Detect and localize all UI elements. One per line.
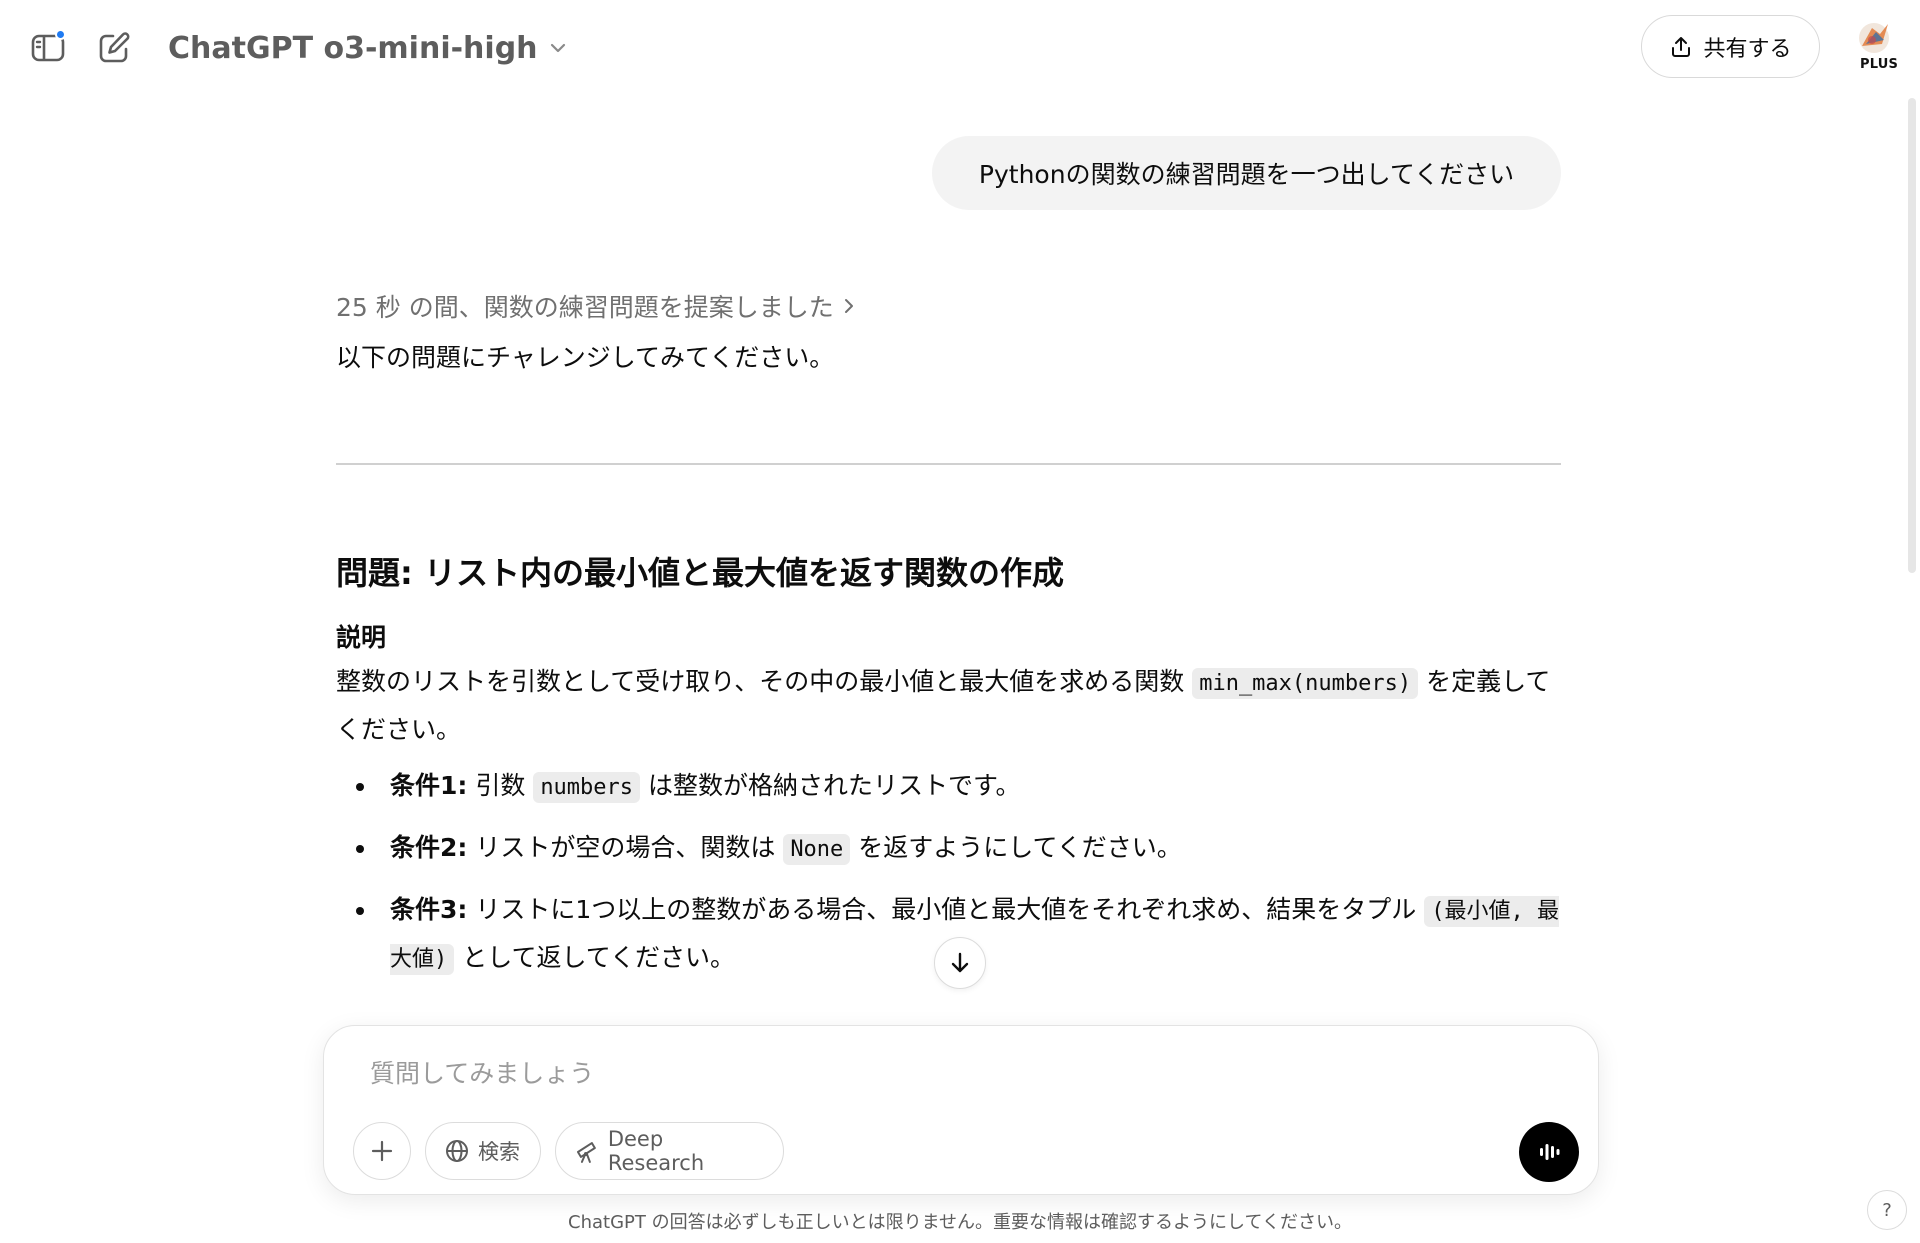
search-label: 検索 <box>478 1140 520 1164</box>
scroll-to-bottom-button[interactable] <box>934 937 986 989</box>
scrollbar[interactable] <box>1908 98 1916 573</box>
condition-label: 条件2: <box>390 833 468 862</box>
sidebar-toggle-button[interactable] <box>24 24 72 72</box>
condition-label: 条件3: <box>390 895 468 924</box>
disclaimer-text: ChatGPT の回答は必ずしも正しいとは限りません。重要な情報は確認するように… <box>568 1212 1352 1233</box>
model-selector[interactable]: ChatGPT o3-mini-high <box>158 24 578 72</box>
inline-code-function: min_max(numbers) <box>1192 668 1419 699</box>
new-chat-button[interactable] <box>90 24 138 72</box>
deep-research-button[interactable]: Deep Research <box>555 1122 784 1180</box>
list-item: 条件1: 引数 numbers は整数が格納されたリストです。 <box>336 763 1561 811</box>
model-name: ChatGPT o3-mini-high <box>168 30 538 66</box>
message-input[interactable] <box>368 1048 1468 1098</box>
condition-text: リストに1つ以上の整数がある場合、最小値と最大値をそれぞれ求め、結果をタプル <box>467 895 1425 924</box>
avatar-image-icon <box>1859 23 1889 53</box>
voice-waveform-icon <box>1540 1144 1560 1160</box>
reasoning-summary-toggle[interactable]: 25 秒 の間、関数の練習問題を提案しました <box>336 288 858 324</box>
condition-text: として返してください。 <box>454 943 735 972</box>
divider <box>336 463 1561 465</box>
share-icon <box>1672 36 1691 57</box>
condition-text: を返すようにしてください。 <box>850 833 1182 862</box>
new-chat-icon <box>99 32 130 63</box>
problem-heading: 問題: リスト内の最小値と最大値を返す関数の作成 <box>336 554 1064 592</box>
user-message-text: Pythonの関数の練習問題を一つ出してください <box>978 160 1515 189</box>
search-toggle-button[interactable]: 検索 <box>425 1122 541 1180</box>
problem-description: 整数のリストを引数として受け取り、その中の最小値と最大値を求める関数 min_m… <box>336 659 1561 753</box>
chevron-down-icon <box>550 43 565 53</box>
condition-text: は整数が格納されたリストです。 <box>640 771 1021 800</box>
inline-code: None <box>783 834 851 865</box>
plan-badge: PLUS <box>1860 57 1899 72</box>
voice-mode-button[interactable] <box>1519 1122 1579 1182</box>
help-button[interactable]: ? <box>1867 1190 1907 1230</box>
section-heading-description: 説明 <box>336 623 387 652</box>
share-button[interactable]: 共有する <box>1641 15 1820 78</box>
telescope-icon <box>576 1142 596 1163</box>
inline-code: numbers <box>533 772 641 803</box>
plus-icon <box>371 1140 393 1162</box>
avatar[interactable]: PLUS <box>1846 20 1906 80</box>
list-item: 条件2: リストが空の場合、関数は None を返すようにしてください。 <box>336 825 1561 873</box>
chevron-right-icon <box>844 299 853 313</box>
top-bar: ChatGPT o3-mini-high 共有する PLUS <box>0 0 1920 96</box>
user-message-bubble: Pythonの関数の練習問題を一つ出してください <box>932 136 1561 210</box>
notification-dot <box>55 29 66 40</box>
condition-label: 条件1: <box>390 771 468 800</box>
help-label: ? <box>1882 1199 1892 1221</box>
condition-text: リストが空の場合、関数は <box>467 833 784 862</box>
condition-text: 引数 <box>467 771 534 800</box>
reasoning-summary-text: 25 秒 の間、関数の練習問題を提案しました <box>336 293 834 322</box>
share-label: 共有する <box>1703 36 1792 62</box>
attach-button[interactable] <box>353 1122 411 1180</box>
deep-research-label: Deep Research <box>607 1127 705 1175</box>
message-composer: 検索 Deep Research <box>323 1025 1599 1195</box>
arrow-down-icon <box>951 952 969 973</box>
globe-icon <box>446 1140 468 1162</box>
description-text-before: 整数のリストを引数として受け取り、その中の最小値と最大値を求める関数 <box>336 667 1193 696</box>
assistant-intro: 以下の問題にチャレンジしてみてください。 <box>336 343 835 372</box>
